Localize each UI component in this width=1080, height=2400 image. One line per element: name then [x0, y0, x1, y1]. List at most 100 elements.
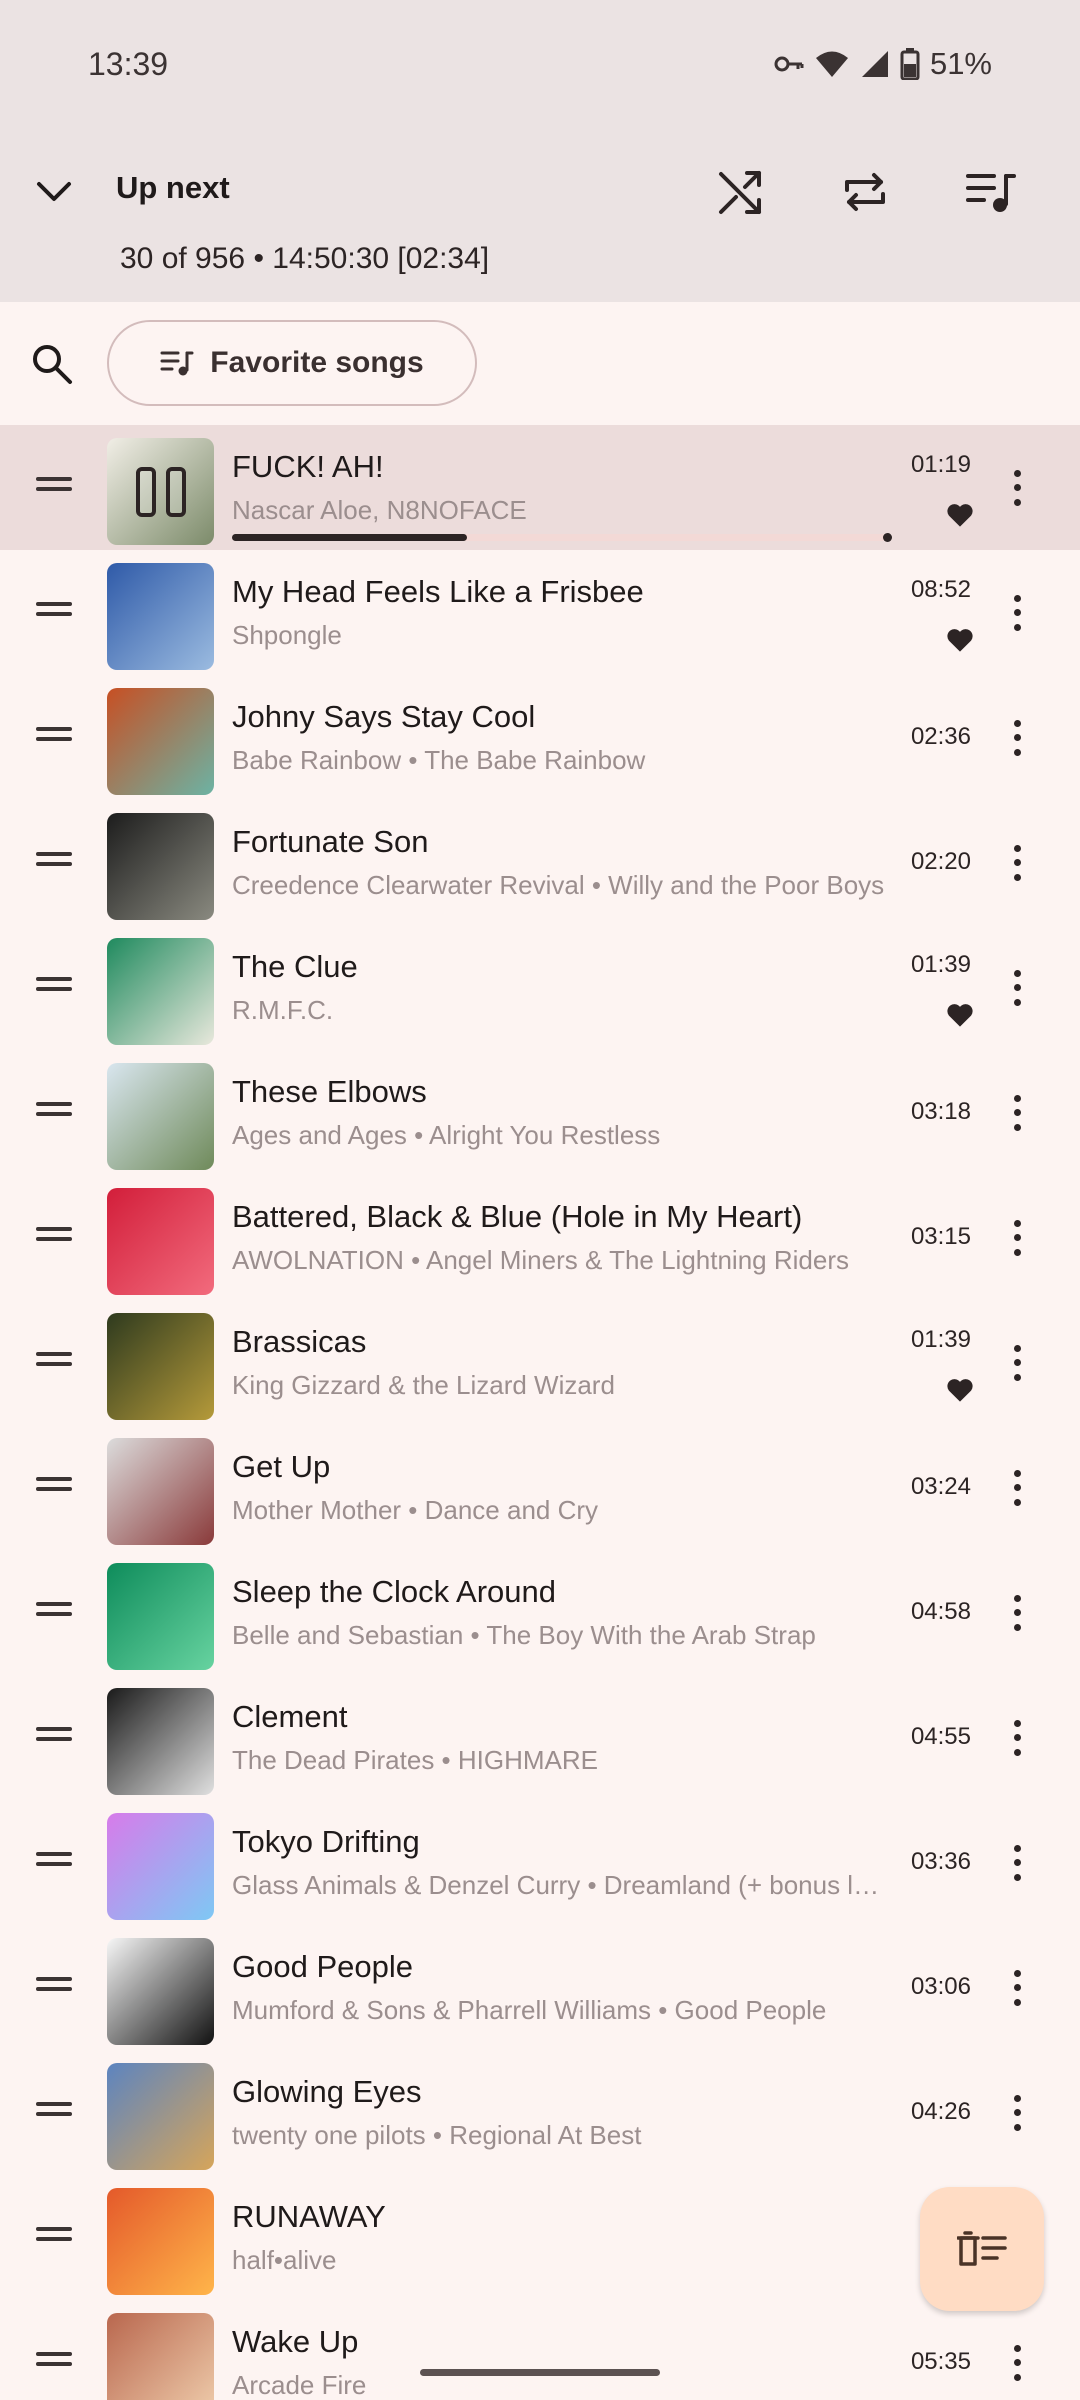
queue-item[interactable]: Good People Mumford & Sons & Pharrell Wil… [0, 1925, 1080, 2050]
queue-item[interactable]: My Head Feels Like a Frisbee Shpongle 08:5… [0, 550, 1080, 675]
song-duration: 02:20 [910, 847, 971, 875]
repeat-button[interactable] [827, 154, 903, 230]
drag-handle-icon[interactable] [36, 476, 72, 499]
song-artist: King Gizzard & the Lizard Wizard [232, 1370, 615, 1400]
queue-item[interactable]: Brassicas King Gizzard & the Lizard Wizar… [0, 1300, 1080, 1425]
heart-icon [947, 629, 973, 652]
more-options-icon[interactable] [998, 1216, 1036, 1260]
song-title: Battered, Black & Blue (Hole in My Heart… [232, 1199, 803, 1234]
song-title: Glowing Eyes [232, 2074, 422, 2109]
queue-item[interactable]: Sleep the Clock Around Belle and Sebastia… [0, 1550, 1080, 1675]
album-art [107, 813, 214, 920]
drag-handle-icon[interactable] [36, 1226, 72, 1249]
song-artist: Belle and Sebastian • The Boy With the A… [232, 1620, 816, 1650]
chevron-down-icon [37, 182, 71, 201]
more-options-icon[interactable] [998, 1466, 1036, 1510]
queue-music-icon [966, 174, 1016, 212]
queue-item[interactable]: Johny Says Stay Cool Babe Rainbow • The B… [0, 675, 1080, 800]
more-options-icon[interactable] [998, 1841, 1036, 1885]
drag-handle-icon[interactable] [36, 1351, 72, 1374]
favorite-songs-chip[interactable]: Favorite songs [107, 320, 477, 406]
song-title: Sleep the Clock Around [232, 1574, 556, 1609]
drag-handle-icon[interactable] [36, 851, 72, 874]
queue-item[interactable]: Fortunate Son Creedence Clearwater Reviva… [0, 800, 1080, 925]
drag-handle-icon[interactable] [36, 726, 72, 749]
more-options-icon[interactable] [998, 591, 1036, 635]
album-art [107, 1563, 214, 1670]
queue-item[interactable]: Wake Up Arcade Fire 05:35 [0, 2300, 1080, 2400]
drag-handle-icon[interactable] [36, 2226, 72, 2249]
song-title: Wake Up [232, 2324, 359, 2359]
drag-handle-icon[interactable] [36, 601, 72, 624]
queue-item[interactable]: Clement The Dead Pirates • HIGHMARE 04:55 [0, 1675, 1080, 1800]
drag-handle-icon[interactable] [36, 1726, 72, 1749]
song-title: Fortunate Son [232, 824, 429, 859]
drag-handle-icon[interactable] [36, 2351, 72, 2374]
song-artist: Glass Animals & Denzel Curry • Dreamland… [232, 1870, 887, 1900]
song-duration: 02:36 [910, 722, 971, 750]
drag-handle-icon[interactable] [36, 1976, 72, 1999]
drag-handle-icon[interactable] [36, 1101, 72, 1124]
drag-handle-icon[interactable] [36, 1476, 72, 1499]
drag-handle-icon[interactable] [36, 1851, 72, 1874]
more-options-icon[interactable] [998, 2091, 1036, 2135]
queue-item[interactable]: These Elbows Ages and Ages • Alright You … [0, 1050, 1080, 1175]
song-title: FUCK! AH! [232, 449, 384, 484]
chip-label: Favorite songs [210, 346, 424, 379]
album-art [107, 1688, 214, 1795]
song-title: Clement [232, 1699, 348, 1734]
album-art [107, 688, 214, 795]
collapse-button[interactable] [24, 162, 84, 222]
album-art [107, 438, 214, 545]
song-artist: Mother Mother • Dance and Cry [232, 1495, 599, 1525]
shuffle-icon [719, 171, 761, 214]
queue-music-button[interactable] [952, 154, 1028, 230]
song-title: The Clue [232, 949, 358, 984]
song-duration: 01:39 [910, 1326, 971, 1353]
more-options-icon[interactable] [998, 716, 1036, 760]
battery-percentage: 51% [929, 46, 992, 81]
more-options-icon[interactable] [998, 1966, 1036, 2010]
heart-icon [947, 1004, 973, 1027]
song-duration: 04:58 [910, 1597, 971, 1625]
queue-item[interactable]: The Clue R.M.F.C. 01:39 [0, 925, 1080, 1050]
song-duration: 03:18 [910, 1097, 971, 1125]
drag-handle-icon[interactable] [36, 976, 72, 999]
search-icon [33, 345, 72, 384]
more-options-icon[interactable] [998, 1591, 1036, 1635]
song-artist: R.M.F.C. [232, 995, 334, 1025]
queue-item[interactable]: RUNAWAYhalf•alive0 [0, 2175, 1080, 2300]
status-time: 13:39 [88, 46, 169, 82]
song-duration: 08:52 [910, 576, 971, 603]
drag-handle-icon[interactable] [36, 1601, 72, 1624]
song-duration: 01:39 [910, 951, 971, 978]
queue-list[interactable]: FUCK! AH! Nascar Aloe, N8NOFACE 01:19 My He… [0, 424, 1080, 2400]
more-options-icon[interactable] [998, 466, 1036, 510]
queue-item-now-playing[interactable]: FUCK! AH! Nascar Aloe, N8NOFACE 01:19 [0, 425, 1080, 550]
signal-icon [861, 51, 888, 77]
song-duration: 05:35 [910, 2347, 971, 2375]
more-options-icon[interactable] [998, 1341, 1036, 1385]
shuffle-button[interactable] [703, 154, 779, 230]
queue-item[interactable]: Battered, Black & Blue (Hole in My Heart… [0, 1175, 1080, 1300]
queue-item[interactable]: Tokyo Drifting Glass Animals & Denzel Cur… [0, 1800, 1080, 1925]
song-duration: 03:15 [910, 1222, 971, 1250]
more-options-icon[interactable] [998, 1091, 1036, 1135]
home-indicator[interactable] [420, 2369, 660, 2376]
queue-item[interactable]: Get Up Mother Mother • Dance and Cry 03:24 [0, 1425, 1080, 1550]
queue-item[interactable]: Glowing Eyes twenty one pilots • Regional… [0, 2050, 1080, 2175]
more-options-icon[interactable] [998, 2341, 1036, 2385]
clear-queue-button[interactable] [920, 2187, 1044, 2311]
song-duration: 03:06 [910, 1972, 971, 2000]
more-options-icon[interactable] [998, 966, 1036, 1010]
album-art [107, 563, 214, 670]
playing-indicator-icon [107, 438, 214, 545]
drag-handle-icon[interactable] [36, 2101, 72, 2124]
song-artist: Ages and Ages • Alright You Restless [232, 1120, 661, 1150]
song-artist: twenty one pilots • Regional At Best [232, 2120, 642, 2150]
status-bar: 13:39 51% [0, 0, 1080, 132]
search-button[interactable] [22, 334, 82, 394]
more-options-icon[interactable] [998, 1716, 1036, 1760]
album-art [107, 1438, 214, 1545]
more-options-icon[interactable] [998, 841, 1036, 885]
